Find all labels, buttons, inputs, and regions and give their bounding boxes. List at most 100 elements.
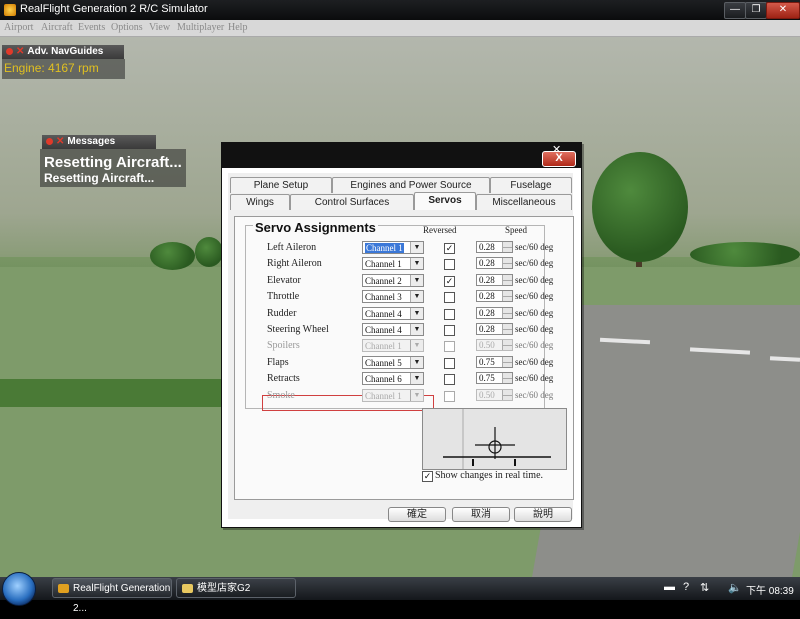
menu-aircraft[interactable]: Aircraft [41,22,73,33]
chevron-down-icon[interactable]: ▼ [410,324,423,335]
tab-wings[interactable]: Wings [230,194,290,210]
spinner-arrows-icon[interactable] [502,373,512,383]
speed-spinner[interactable]: 0.28 [476,274,513,286]
reversed-checkbox[interactable] [444,374,455,385]
servo-label: Right Aileron [267,258,322,269]
tab-engines[interactable]: Engines and Power Source [332,177,490,193]
ok-button[interactable]: 確定 [388,507,446,522]
speed-value: 0.75 [479,373,495,383]
tab-fuselage[interactable]: Fuselage [490,177,572,193]
speed-spinner[interactable]: 0.28 [476,257,513,269]
channel-select[interactable]: Channel 4 ▼ [362,307,424,320]
spinner-arrows-icon[interactable] [502,357,512,367]
navguides-label: Adv. NavGuides [27,46,104,57]
chevron-down-icon[interactable]: ▼ [410,357,423,368]
speed-unit: sec/60 deg [515,324,554,334]
reversed-checkbox[interactable]: ✓ [444,276,455,287]
message-title: Resetting Aircraft... [44,154,182,171]
speed-spinner[interactable]: 0.28 [476,307,513,319]
volume-icon[interactable]: 🔈 [728,581,742,594]
channel-select[interactable]: Channel 3 ▼ [362,290,424,303]
dialog-close-button[interactable]: X [542,151,576,167]
messages-tab[interactable]: ✕ Messages [42,135,156,149]
chevron-down-icon[interactable]: ▼ [410,258,423,269]
channel-select: Channel 1 ▼ [362,339,424,352]
help-tray-icon[interactable]: ? [683,581,689,593]
cancel-button[interactable]: 取消 [452,507,510,522]
speed-value: 0.75 [479,357,495,367]
network-icon[interactable]: ⇅ [700,581,709,594]
tab-plane-setup[interactable]: Plane Setup [230,177,332,193]
speed-spinner: 0.50 [476,389,513,401]
speed-value: 0.28 [479,258,495,268]
spinner-arrows-icon[interactable] [502,275,512,285]
spinner-arrows-icon[interactable] [502,242,512,252]
speed-spinner[interactable]: 0.28 [476,241,513,253]
minimize-button[interactable]: — [724,2,746,19]
taskbar-item-realflight[interactable]: RealFlight Generation 2... [52,578,172,614]
reversed-checkbox[interactable] [444,309,455,320]
grass-strip [0,379,230,407]
menu-airport[interactable]: Airport [4,22,33,33]
spinner-arrows-icon[interactable] [502,291,512,301]
channel-select[interactable]: Channel 2 ▼ [362,274,424,287]
channel-select[interactable]: Channel 1 ▼ [362,241,424,254]
tab-miscellaneous[interactable]: Miscellaneous [476,194,572,210]
help-button[interactable]: 說明 [514,507,572,522]
maximize-button[interactable]: ❐ [745,2,767,19]
reversed-checkbox[interactable] [444,358,455,369]
menu-options[interactable]: Options [111,22,143,33]
aircraft-front-view [443,409,551,469]
close-button[interactable]: ✕ [766,2,800,19]
start-button[interactable] [2,572,36,606]
servos-panel: Servo Assignments Reversed Speed Left Ai… [234,216,574,500]
chevron-down-icon[interactable]: ▼ [410,242,423,253]
channel-select[interactable]: Channel 6 ▼ [362,372,424,385]
channel-select[interactable]: Channel 1 ▼ [362,257,424,270]
menu-multiplayer[interactable]: Multiplayer [177,22,224,33]
menu-events[interactable]: Events [78,22,105,33]
task-label: RealFlight Generation 2... [73,583,171,614]
tab-servos[interactable]: Servos [414,192,476,210]
close-icon[interactable]: ✕ [16,46,24,57]
spinner-arrows-icon[interactable] [502,308,512,318]
close-icon[interactable]: ✕ [56,136,64,147]
speed-value: 0.28 [479,275,495,285]
clock: 下午 08:39 [746,586,794,597]
speed-unit: sec/60 deg [515,373,554,383]
chevron-down-icon[interactable]: ▼ [410,275,423,286]
realflight-icon [58,584,69,593]
channel-value: Channel 1 [365,243,404,253]
navguides-tab[interactable]: ✕ Adv. NavGuides [2,45,124,59]
spinner-arrows-icon [502,390,512,400]
speed-spinner[interactable]: 0.75 [476,372,513,384]
record-icon [46,138,53,145]
tab-control-surfaces[interactable]: Control Surfaces [290,194,414,210]
speed-spinner[interactable]: 0.28 [476,323,513,335]
spinner-arrows-icon[interactable] [502,258,512,268]
menu-help[interactable]: Help [228,22,247,33]
channel-select[interactable]: Channel 4 ▼ [362,323,424,336]
speed-unit: sec/60 deg [515,242,554,252]
chevron-down-icon: ▼ [410,340,423,351]
reversed-checkbox[interactable]: ✓ [444,243,455,254]
channel-select[interactable]: Channel 5 ▼ [362,356,424,369]
chevron-down-icon[interactable]: ▼ [410,291,423,302]
reversed-checkbox[interactable] [444,325,455,336]
taskbar-item-folder[interactable]: 模型店家G2 [176,578,296,598]
menu-view[interactable]: View [149,22,170,33]
show-changes-checkbox[interactable]: ✓ [422,471,433,482]
speed-spinner[interactable]: 0.75 [476,356,513,368]
reversed-checkbox[interactable] [444,259,455,270]
reversed-checkbox[interactable] [444,292,455,303]
speed-value: 0.28 [479,291,495,301]
speed-spinner: 0.50 [476,339,513,351]
tree [592,152,688,262]
chevron-down-icon[interactable]: ▼ [410,373,423,384]
speed-spinner[interactable]: 0.28 [476,290,513,302]
channel-value: Channel 4 [365,325,402,335]
spinner-arrows-icon[interactable] [502,324,512,334]
dialog-body: Plane Setup Engines and Power Source Fus… [228,173,574,522]
chevron-down-icon[interactable]: ▼ [410,308,423,319]
keyboard-icon[interactable]: ▬ [664,581,675,593]
